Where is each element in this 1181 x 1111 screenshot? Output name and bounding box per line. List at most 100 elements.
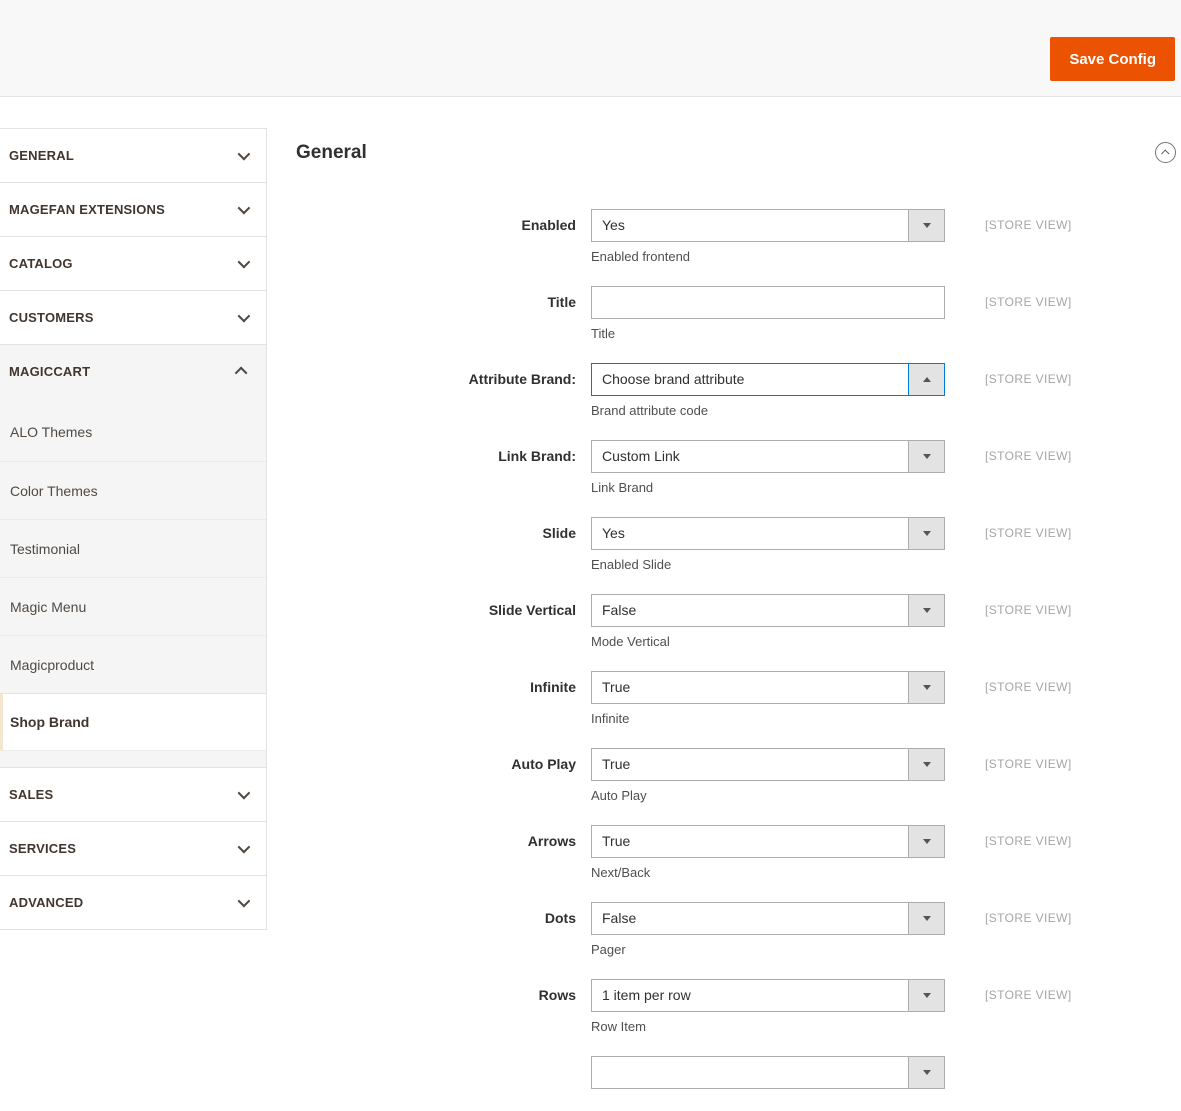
field-label <box>296 1056 576 1089</box>
scope-label: [STORE VIEW] <box>985 449 1072 463</box>
attribute-brand-select[interactable]: Choose brand attribute <box>591 363 945 396</box>
sidebar-item-label: Shop Brand <box>10 714 90 730</box>
arrows-select[interactable]: True <box>591 825 945 858</box>
sidebar-section-magefan-extensions[interactable]: MAGEFAN EXTENSIONS <box>0 182 266 236</box>
field-control: False Mode Vertical <box>591 594 945 649</box>
page-header: Save Config <box>0 0 1181 97</box>
sidebar-section-catalog[interactable]: CATALOG <box>0 236 266 290</box>
dropdown-arrow-button[interactable] <box>908 980 944 1011</box>
sidebar-section-customers[interactable]: CUSTOMERS <box>0 290 266 344</box>
field-row: Enabled Yes Enabled frontend [STORE VIEW] <box>296 209 1181 264</box>
field-note: Enabled frontend <box>591 249 691 264</box>
scope-label: [STORE VIEW] <box>985 526 1072 540</box>
dropdown-arrow-button[interactable] <box>908 518 944 549</box>
field-control: Yes Enabled Slide <box>591 517 945 572</box>
select-value: False <box>602 602 637 618</box>
scope-label: [STORE VIEW] <box>985 295 1072 309</box>
title-input[interactable] <box>591 286 945 319</box>
sidebar-item-magicproduct[interactable]: Magicproduct <box>0 635 266 693</box>
select-value: Yes <box>602 525 625 541</box>
arrow-down-icon <box>922 839 931 844</box>
rows-select[interactable]: 1 item per row <box>591 979 945 1012</box>
field-label: Slide Vertical <box>488 602 576 618</box>
field-label: Link Brand: <box>498 448 576 464</box>
chevron-down-icon <box>237 786 251 800</box>
field-11-select[interactable] <box>591 1056 945 1089</box>
sidebar-section-advanced[interactable]: ADVANCED <box>0 875 266 929</box>
dropdown-arrow-button[interactable] <box>908 826 944 857</box>
dropdown-arrow-button[interactable] <box>908 672 944 703</box>
chevron-down-icon <box>237 255 251 269</box>
slide-select[interactable]: Yes <box>591 517 945 550</box>
sidebar-item-label: Magicproduct <box>10 656 95 673</box>
dropdown-arrow-button[interactable] <box>908 903 944 934</box>
field-control <box>591 1056 945 1089</box>
sidebar-item-label: Testimonial <box>10 540 81 557</box>
sidebar-section-label: MAGICCART <box>9 364 91 379</box>
select-value: Custom Link <box>602 448 680 464</box>
field-label: Attribute Brand: <box>468 371 576 387</box>
sidebar-section-general[interactable]: GENERAL <box>0 128 266 182</box>
section-title: General <box>296 142 367 163</box>
arrow-down-icon <box>922 762 931 767</box>
collapse-section-button[interactable] <box>1155 142 1176 163</box>
field-label: Arrows <box>527 833 576 849</box>
sidebar-item-magic-menu[interactable]: Magic Menu <box>0 577 266 635</box>
dropdown-arrow-button[interactable] <box>908 441 944 472</box>
field-row: Title Title [STORE VIEW] <box>296 286 1181 341</box>
slide-vertical-select[interactable]: False <box>591 594 945 627</box>
field-row: Auto Play True Auto Play [STORE VIEW] <box>296 748 1181 803</box>
field-control: True Auto Play <box>591 748 945 803</box>
enabled-select[interactable]: Yes <box>591 209 945 242</box>
dropdown-arrow-button[interactable] <box>908 210 944 241</box>
scope-label: [STORE VIEW] <box>985 834 1072 848</box>
field-note: Next/Back <box>591 865 651 880</box>
field-control: True Next/Back <box>591 825 945 880</box>
field-note: Row Item <box>591 1019 646 1034</box>
dropdown-arrow-button[interactable] <box>908 1057 944 1088</box>
link-brand-select[interactable]: Custom Link <box>591 440 945 473</box>
field-note: Infinite <box>591 711 630 726</box>
field-note: Enabled Slide <box>591 557 672 572</box>
section-head: General <box>296 140 1181 165</box>
select-value: True <box>602 833 631 849</box>
infinite-select[interactable]: True <box>591 671 945 704</box>
sidebar-section-label: GENERAL <box>9 148 74 163</box>
auto-play-select[interactable]: True <box>591 748 945 781</box>
field-control: Custom Link Link Brand <box>591 440 945 495</box>
dropdown-arrow-button[interactable] <box>908 749 944 780</box>
field-control: Title <box>591 286 945 341</box>
sidebar-item-color-themes[interactable]: Color Themes <box>0 461 266 519</box>
scope-label: [STORE VIEW] <box>985 757 1072 771</box>
sidebar-item-label: Magic Menu <box>10 598 87 615</box>
sidebar-section-magiccart[interactable]: MAGICCART <box>0 344 266 398</box>
select-value: 1 item per row <box>602 987 691 1003</box>
chevron-down-icon <box>237 840 251 854</box>
config-form: Enabled Yes Enabled frontend [STORE VIEW] Ti… <box>296 209 1181 1089</box>
arrow-down-icon <box>922 223 931 228</box>
field-label: Auto Play <box>511 756 576 772</box>
field-row: Link Brand: Custom Link Link Brand [STORE V… <box>296 440 1181 495</box>
select-value: Choose brand attribute <box>602 371 745 387</box>
sidebar-item-alo-themes[interactable]: ALO Themes <box>0 403 266 461</box>
field-note: Mode Vertical <box>591 634 670 649</box>
dropdown-arrow-button[interactable] <box>908 364 944 395</box>
dots-select[interactable]: False <box>591 902 945 935</box>
arrow-down-icon <box>922 1070 931 1075</box>
field-label: Slide <box>542 525 576 541</box>
sidebar-section-label: MAGEFAN EXTENSIONS <box>9 202 166 217</box>
sidebar-item-testimonial[interactable]: Testimonial <box>0 519 266 577</box>
field-row: Dots False Pager [STORE VIEW] <box>296 902 1181 957</box>
field-row: Attribute Brand: Choose brand attribute Br… <box>296 363 1181 418</box>
save-config-button[interactable]: Save Config <box>1050 37 1175 81</box>
sidebar-item-label: ALO Themes <box>10 424 93 440</box>
chevron-up-icon <box>234 366 248 380</box>
dropdown-arrow-button[interactable] <box>908 595 944 626</box>
sidebar-item-shop-brand[interactable]: Shop Brand <box>0 693 266 751</box>
sidebar-section-sales[interactable]: SALES <box>0 767 266 821</box>
arrow-down-icon <box>922 608 931 613</box>
arrow-up-icon <box>922 377 931 382</box>
field-row: Infinite True Infinite [STORE VIEW] <box>296 671 1181 726</box>
field-note: Pager <box>591 942 626 957</box>
sidebar-section-services[interactable]: SERVICES <box>0 821 266 875</box>
